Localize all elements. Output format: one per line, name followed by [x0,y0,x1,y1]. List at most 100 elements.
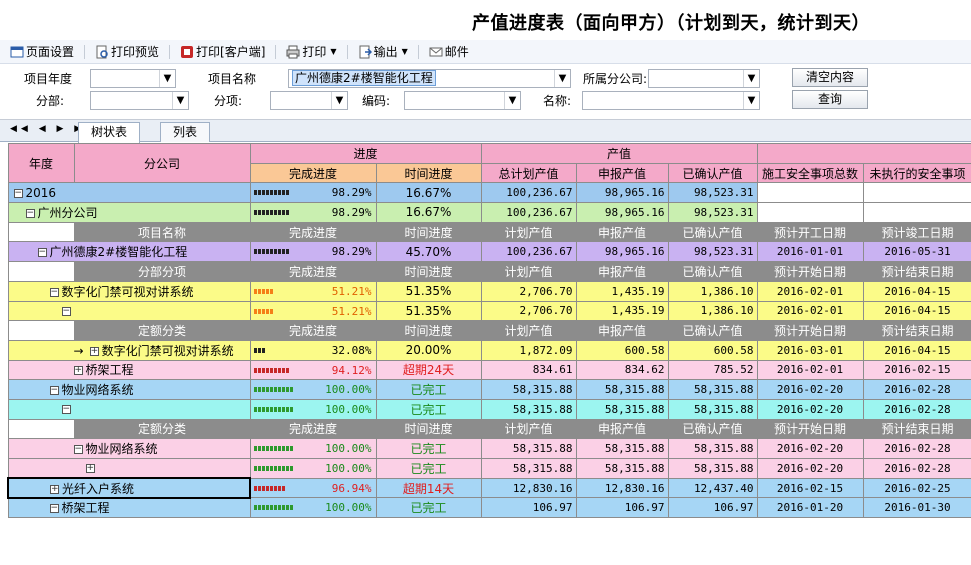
confirmed-value-cell: 1,386.10 [667,300,758,322]
tree-label: − [12,402,74,416]
chevron-down-icon[interactable]: ▼ [554,70,570,87]
date-cell [862,202,971,223]
col-total-plan[interactable]: 总计划产值 [480,162,577,184]
tree-label-cell[interactable]: + 光纤入户系统 [7,477,251,499]
progress-bar-segment [265,406,269,412]
expand-toggle-icon[interactable]: − [61,306,71,316]
col-confirmed[interactable]: 已确认产值 [667,162,758,184]
expand-toggle-icon[interactable]: − [49,287,59,297]
chevron-down-icon[interactable]: ▼ [743,92,759,109]
tree-label-cell[interactable]: − [7,300,251,322]
grid-body: −2016 98.29% 16.67% 100,236.67 98,965.16 98,5… [7,182,971,519]
time-progress-cell: 超期24天 [375,359,482,381]
progress-bar-segment [289,446,293,452]
expand-toggle-icon[interactable]: + [50,484,59,494]
tree-label-cell[interactable]: − 广州德康2#楼智能化工程 [7,241,251,263]
table-row[interactable]: −2016 98.29% 16.67% 100,236.67 98,965.16 98,5… [7,182,971,204]
chevron-down-icon[interactable]: ▼ [159,70,175,87]
table-row[interactable]: −100.00% 已完工 58,315.88 58,315.88 58,315.88 20… [7,398,971,420]
expand-toggle-icon[interactable]: + [85,464,95,474]
col-safety-total[interactable]: 施工安全事项总数 [756,162,864,184]
query-button[interactable]: 查询 [792,90,868,109]
sub-header-cell: 完成进度 [249,261,377,282]
tree-label-cell[interactable]: − 物业网络系统 [7,438,251,459]
year-select[interactable]: ▼ [90,69,176,88]
page-setup-button[interactable]: 页面设置 [6,42,78,62]
progress-bar-segment [253,347,257,353]
expand-toggle-icon[interactable]: − [25,208,35,218]
mail-button[interactable]: 邮件 [425,42,473,62]
table-row[interactable]: → + 数字化门禁可视对讲系统 32.08% 20.00% 1,872.09 600.58 6… [7,339,971,361]
tree-label-cell[interactable]: − [7,398,251,420]
tree-label-cell[interactable]: + [7,458,251,479]
indent-cell [7,320,75,341]
tree-label: + 桥架工程 [12,363,134,377]
chevron-down-icon: ▼ [330,47,337,56]
name-select[interactable]: ▼ [582,91,760,110]
tab-list[interactable]: 列表 [160,122,211,142]
chevron-down-icon[interactable]: ▼ [331,92,347,109]
tab-tree[interactable]: 树状表 [78,122,141,143]
page-setup-label: 页面设置 [26,45,75,59]
expand-toggle-icon[interactable]: − [49,386,59,396]
item-select[interactable]: ▼ [270,91,348,110]
expand-toggle-icon[interactable]: − [61,405,71,415]
table-row[interactable]: −51.21% 51.35% 2,706.70 1,435.19 1,386.10 201… [7,300,971,322]
table-row[interactable]: − 物业网络系统 100.00% 已完工 58,315.88 58,315.88 58,31… [7,438,971,459]
branch-select[interactable]: ▼ [648,69,760,88]
expand-toggle-icon[interactable]: + [73,366,83,376]
division-select[interactable]: ▼ [90,91,189,110]
table-row[interactable]: + 光纤入户系统 96.94% 超期14天 12,830.16 12,830.16 12,4… [7,477,971,499]
progress-bar-segment [289,387,293,393]
tree-label-cell[interactable]: → + 数字化门禁可视对讲系统 [7,339,251,361]
tree-label-cell[interactable]: + 桥架工程 [7,359,251,381]
progress-bar-segment [261,505,265,511]
print-client-button[interactable]: 打印[客户端] [176,42,269,62]
table-row[interactable]: − 广州德康2#楼智能化工程 98.29% 45.70% 100,236.67 98,96… [7,241,971,263]
expand-toggle-icon[interactable]: + [89,346,99,356]
expand-toggle-icon[interactable]: − [49,504,59,514]
chevron-down-icon[interactable]: ▼ [743,70,759,87]
progress-bar-segment [269,210,273,216]
reported-value-cell: 834.62 [575,359,669,381]
col-reported[interactable]: 申报产值 [575,162,669,184]
tree-label-cell[interactable]: − 广州分公司 [7,202,251,223]
table-row[interactable]: − 桥架工程 100.00% 已完工 106.97 106.97 106.97 2016-01… [7,497,971,519]
chevron-down-icon[interactable]: ▼ [172,92,188,109]
col-year[interactable]: 年度 [7,143,75,184]
tree-label-cell[interactable]: − 物业网络系统 [7,379,251,400]
print-preview-button[interactable]: 打印预览 [91,42,163,62]
progress-bar-segment [265,505,269,511]
date-cell: 2016-02-01 [756,300,864,322]
date-cell: 2016-03-01 [756,339,864,361]
expand-toggle-icon[interactable]: − [13,188,23,198]
time-progress-cell: 已完工 [375,438,482,459]
tree-label-cell[interactable]: −2016 [7,182,251,204]
tree-label-cell[interactable]: − 数字化门禁可视对讲系统 [7,280,251,302]
table-row[interactable]: − 物业网络系统 100.00% 已完工 58,315.88 58,315.88 58,31… [7,379,971,400]
table-row[interactable]: + 桥架工程 94.12% 超期24天 834.61 834.62 785.52 2016-0… [7,359,971,381]
expand-toggle-icon[interactable]: − [37,248,47,258]
col-time-progress[interactable]: 时间进度 [375,162,482,184]
table-row[interactable]: − 广州分公司 98.29% 16.67% 100,236.67 98,965.16 98,… [7,202,971,223]
table-row[interactable]: +100.00% 已完工 58,315.88 58,315.88 58,315.88 20… [7,458,971,479]
print-button[interactable]: 打印 ▼ [282,42,340,62]
tree-label-cell[interactable]: − 桥架工程 [7,497,251,519]
date-cell: 2016-02-25 [862,477,971,499]
progress-bar-segment [253,446,257,452]
code-select[interactable]: ▼ [404,91,521,110]
toolbar-divider [346,44,348,59]
clear-button[interactable]: 清空内容 [792,68,868,87]
time-progress-cell: 16.67% [375,202,482,223]
table-row[interactable]: − 数字化门禁可视对讲系统 51.21% 51.35% 2,706.70 1,435.19… [7,280,971,302]
chevron-down-icon[interactable]: ▼ [504,92,520,109]
page-setup-icon [10,45,24,59]
project-select[interactable]: 广州德康2#楼智能化工程 ▼ [288,69,571,88]
progress-bar-segment [273,505,277,511]
col-done-progress[interactable]: 完成进度 [249,162,377,184]
toolbar-divider [169,44,171,59]
export-button[interactable]: 输出 ▼ [354,42,412,62]
col-safety-pending[interactable]: 未执行的安全事项 [862,162,971,184]
col-branch[interactable]: 分公司 [73,143,251,184]
expand-toggle-icon[interactable]: − [73,445,83,455]
